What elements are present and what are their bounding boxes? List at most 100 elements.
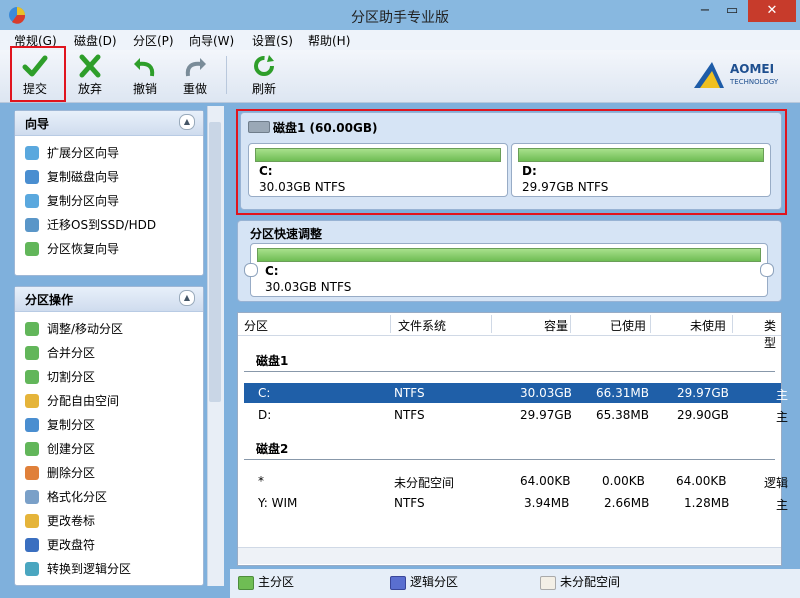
- column-divider: [732, 315, 733, 333]
- x-icon: [77, 54, 103, 78]
- refresh-button[interactable]: 刷新: [241, 52, 287, 98]
- partition-bar: [257, 248, 761, 262]
- wizard-copy-disk[interactable]: 复制磁盘向导: [25, 168, 119, 188]
- copy-icon: [25, 417, 39, 432]
- column-divider: [650, 315, 651, 333]
- col-unused[interactable]: 未使用: [690, 317, 726, 334]
- col-type[interactable]: 类型: [764, 317, 781, 351]
- op-allocate-free-space[interactable]: 分配自由空间: [25, 392, 119, 412]
- left-scrollbar-thumb[interactable]: [209, 122, 221, 402]
- quick-partition-card[interactable]: C: 30.03GB NTFS: [250, 243, 768, 297]
- primary-partition-swatch: [238, 576, 254, 590]
- discard-button[interactable]: 放弃: [67, 52, 113, 98]
- wizard-extend-partition[interactable]: 扩展分区向导: [25, 144, 119, 164]
- op-change-drive-letter[interactable]: 更改盘符: [25, 536, 95, 556]
- extend-icon: [25, 145, 39, 160]
- col-filesystem[interactable]: 文件系统: [398, 317, 446, 334]
- discard-label: 放弃: [77, 82, 102, 96]
- toolbar: 提交 放弃 撤销 重做 刷新 AOMEI TECHNOLOGY: [0, 50, 800, 103]
- legend-logical: 逻辑分区: [410, 575, 459, 589]
- migrate-icon: [25, 217, 39, 232]
- menu-partition[interactable]: 分区(P): [133, 32, 174, 49]
- undo-icon: [132, 54, 158, 78]
- copy-disk-icon: [25, 169, 39, 184]
- refresh-label: 刷新: [251, 82, 276, 96]
- logical-partition-swatch: [390, 576, 406, 590]
- close-button[interactable]: ✕: [748, 0, 796, 22]
- wizard-panel: 向导 ▲ 扩展分区向导 复制磁盘向导 复制分区向导 迁移OS到SSD/HDD 分…: [14, 110, 204, 276]
- toolbar-divider: [226, 56, 227, 94]
- disk-highlight-box: [236, 109, 787, 215]
- split-icon: [25, 369, 39, 384]
- col-capacity[interactable]: 容量: [544, 317, 568, 334]
- group-divider: [244, 371, 775, 372]
- aomei-logo: AOMEI TECHNOLOGY: [692, 58, 792, 92]
- partition-ops-panel: 分区操作 ▲ 调整/移动分区 合并分区 切割分区 分配自由空间 复制分区 创建分…: [14, 286, 204, 586]
- col-partition[interactable]: 分区: [244, 317, 268, 334]
- partition-table: 分区 文件系统 容量 已使用 未使用 类型 磁盘1 C: NTFS 30.03G…: [237, 312, 788, 566]
- wizard-migrate-os[interactable]: 迁移OS到SSD/HDD: [25, 216, 156, 236]
- refresh-icon: [251, 54, 277, 78]
- op-resize-move[interactable]: 调整/移动分区: [25, 320, 123, 340]
- collapse-icon[interactable]: ▲: [179, 114, 195, 130]
- table-row[interactable]: C: NTFS 30.03GB 66.31MB 29.97GB 主: [244, 383, 788, 403]
- horizontal-scrollbar[interactable]: [238, 547, 781, 564]
- op-merge[interactable]: 合并分区: [25, 344, 95, 364]
- column-divider: [491, 315, 492, 333]
- table-row[interactable]: * 未分配空间 64.00KB 0.00KB 64.00KB 逻辑: [244, 471, 788, 491]
- op-split[interactable]: 切割分区: [25, 368, 95, 388]
- quick-adjust-title: 分区快速调整: [250, 227, 323, 241]
- wizard-panel-title: 向导: [25, 117, 50, 131]
- allocate-icon: [25, 393, 39, 408]
- column-divider: [570, 315, 571, 333]
- quick-adjust-panel: 分区快速调整 C: 30.03GB NTFS: [237, 220, 782, 302]
- merge-icon: [25, 345, 39, 360]
- redo-button[interactable]: 重做: [172, 52, 218, 98]
- wizard-panel-header[interactable]: 向导 ▲: [15, 111, 203, 136]
- undo-label: 撤销: [132, 82, 157, 96]
- undo-button[interactable]: 撤销: [122, 52, 168, 98]
- minimize-button[interactable]: −: [692, 0, 718, 22]
- recovery-icon: [25, 241, 39, 256]
- op-convert-logical[interactable]: 转换到逻辑分区: [25, 560, 131, 580]
- submit-highlight-box: [10, 46, 66, 102]
- menu-help[interactable]: 帮助(H): [308, 32, 350, 49]
- right-resize-handle[interactable]: [760, 263, 774, 277]
- logo-name: AOMEI: [730, 62, 775, 76]
- menu-settings[interactable]: 设置(S): [252, 32, 293, 49]
- maximize-button[interactable]: ▭: [718, 0, 746, 22]
- column-divider: [390, 315, 391, 333]
- left-resize-handle[interactable]: [244, 263, 258, 277]
- table-row[interactable]: Y: WIM NTFS 3.94MB 2.66MB 1.28MB 主: [244, 493, 788, 513]
- window-title: 分区助手专业版: [351, 10, 449, 26]
- partition-ops-title: 分区操作: [25, 293, 74, 307]
- redo-icon: [182, 54, 208, 78]
- wizard-partition-recovery[interactable]: 分区恢复向导: [25, 240, 119, 260]
- op-change-label[interactable]: 更改卷标: [25, 512, 95, 532]
- menu-wizard[interactable]: 向导(W): [189, 32, 234, 49]
- logo-sub: TECHNOLOGY: [730, 78, 779, 86]
- delete-icon: [25, 465, 39, 480]
- partition-name: C:: [265, 264, 279, 278]
- op-delete-partition[interactable]: 删除分区: [25, 464, 95, 484]
- group-divider: [244, 459, 775, 460]
- unallocated-swatch: [540, 576, 556, 590]
- menu-disk[interactable]: 磁盘(D): [74, 32, 117, 49]
- op-format-partition[interactable]: 格式化分区: [25, 488, 107, 508]
- convert-icon: [25, 561, 39, 576]
- table-row[interactable]: D: NTFS 29.97GB 65.38MB 29.90GB 主: [244, 405, 788, 425]
- op-copy-partition[interactable]: 复制分区: [25, 416, 95, 436]
- wizard-copy-partition[interactable]: 复制分区向导: [25, 192, 119, 212]
- collapse-icon[interactable]: ▲: [179, 290, 195, 306]
- op-create-partition[interactable]: 创建分区: [25, 440, 95, 460]
- create-icon: [25, 441, 39, 456]
- redo-label: 重做: [182, 82, 207, 96]
- partition-ops-header[interactable]: 分区操作 ▲: [15, 287, 203, 312]
- menu-bar: 常规(G) 磁盘(D) 分区(P) 向导(W) 设置(S) 帮助(H): [0, 30, 800, 50]
- partition-info: 30.03GB NTFS: [265, 280, 352, 294]
- drive-letter-icon: [25, 537, 39, 552]
- legend-unallocated: 未分配空间: [560, 575, 621, 589]
- legend-primary: 主分区: [258, 575, 295, 589]
- resize-icon: [25, 321, 39, 336]
- col-used[interactable]: 已使用: [610, 317, 646, 334]
